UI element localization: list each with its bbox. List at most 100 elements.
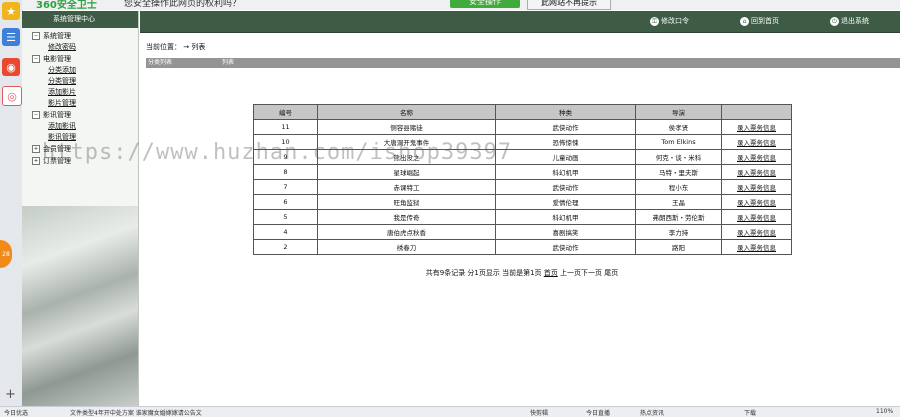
browser-sidebar: ★ ☰ ◉ ◎ 28 + — [0, 0, 23, 406]
cell-director: 何克・谈・米科 — [635, 149, 722, 165]
cell-name: 唐伯虎点秋香 — [317, 224, 496, 240]
app-header: ⚿ 修改口令 ⌂ 回到首页 ⏻ 退出系统 — [140, 11, 900, 33]
table-row: 11 侧容县赌徒 武侠动作 侯孝贤 录入票务信息 — [253, 119, 792, 135]
status-zoom[interactable]: 110% — [876, 408, 893, 415]
cell-director: 马特・里夫斯 — [635, 164, 722, 180]
first-page-link[interactable]: 首页 — [544, 269, 558, 277]
table-header-row: 编号 名称 种类 导演 — [253, 104, 792, 120]
add-icon[interactable]: + — [5, 387, 16, 402]
cell-genre: 爱情伦理 — [495, 194, 636, 210]
pager-summary: 共有9条记录 分1页显示 当前是第1页 — [425, 269, 542, 277]
cell-director: 路阳 — [635, 239, 722, 255]
app-icon[interactable]: ◎ — [2, 86, 22, 106]
watermark: https://www.huzhan.com/ishop39397 — [42, 140, 513, 165]
enter-ticket-link[interactable]: 录入票务信息 — [721, 134, 792, 150]
enter-ticket-link[interactable]: 录入票务信息 — [721, 209, 792, 225]
pagination: 共有9条记录 分1页显示 当前是第1页 首页 上一页下一页 尾页 — [253, 268, 791, 278]
cell-id: 5 — [253, 209, 318, 225]
cell-genre: 武侠动作 — [495, 119, 636, 135]
expand-icon[interactable]: + — [32, 145, 40, 153]
cell-id: 11 — [253, 119, 318, 135]
table-row: 8 星球崛起 科幻机甲 马特・里夫斯 录入票务信息 — [253, 164, 792, 180]
cell-director: 程小东 — [635, 179, 722, 195]
section-right-label: 列表 — [222, 59, 235, 66]
col-header-genre: 种类 — [495, 104, 636, 120]
sidebar-title: 系统管理中心 — [22, 11, 138, 28]
sidebar-item[interactable]: 修改密码 — [32, 42, 138, 53]
cell-id: 8 — [253, 164, 318, 180]
table-row: 2 绣春刀 武侠动作 路阳 录入票务信息 — [253, 239, 792, 255]
collapse-icon[interactable]: − — [32, 111, 40, 119]
cell-name: 星球崛起 — [317, 164, 496, 180]
table-row: 4 唐伯虎点秋香 喜剧搞笑 李力持 录入票务信息 — [253, 224, 792, 240]
col-header-action — [721, 104, 792, 120]
home-link[interactable]: ⌂ 回到首页 — [740, 16, 779, 26]
col-header-name: 名称 — [317, 104, 496, 120]
browser-statusbar: 今日优选 文件类型4年开中处方案 谁家魔女婚嫁嫁请公告文 快剪辑 今日直播 热点… — [0, 406, 900, 417]
logout-label: 退出系统 — [841, 17, 869, 25]
sidebar-group-label: 系统管理 — [43, 32, 71, 40]
sidebar-item[interactable]: 影片管理 — [32, 98, 138, 109]
enter-ticket-link[interactable]: 录入票务信息 — [721, 149, 792, 165]
col-header-director: 导演 — [635, 104, 722, 120]
table-row: 7 赤课特工 武侠动作 程小东 录入票务信息 — [253, 179, 792, 195]
cell-name: 绣春刀 — [317, 239, 496, 255]
enter-ticket-link[interactable]: 录入票务信息 — [721, 119, 792, 135]
table-row: 6 旺角监狱 爱情伦理 王晶 录入票务信息 — [253, 194, 792, 210]
enter-ticket-link[interactable]: 录入票务信息 — [721, 194, 792, 210]
pager-rest[interactable]: 上一页下一页 尾页 — [560, 269, 618, 277]
security-logo: 360安全卫士 — [36, 0, 97, 10]
cell-genre: 武侠动作 — [495, 239, 636, 255]
decorative-photo — [22, 206, 138, 406]
collapse-icon[interactable]: − — [32, 55, 40, 63]
cell-name: 我是传奇 — [317, 209, 496, 225]
sidebar-group[interactable]: − 影讯管理 — [32, 109, 138, 121]
cell-director: 侯孝贤 — [635, 119, 722, 135]
cell-director: 王晶 — [635, 194, 722, 210]
sidebar-group-label: 电影管理 — [43, 55, 71, 63]
sidebar-group[interactable]: − 系统管理 — [32, 30, 138, 42]
section-header: 分类列表 列表 — [146, 58, 900, 68]
sidebar-item[interactable]: 分类添加 — [32, 65, 138, 76]
cell-director: 弗朗西斯・劳伦斯 — [635, 209, 722, 225]
cell-genre: 科幻机甲 — [495, 164, 636, 180]
star-icon[interactable]: ★ — [2, 2, 20, 20]
notification-message: 您安全操作此网页的权利吗？ — [124, 0, 242, 9]
security-notification: 360安全卫士 您安全操作此网页的权利吗？ 安全操作 此网站不再提示 — [22, 0, 900, 10]
cell-id: 7 — [253, 179, 318, 195]
cell-name: 赤课特工 — [317, 179, 496, 195]
cell-id: 2 — [253, 239, 318, 255]
side-badge[interactable]: 28 — [0, 240, 12, 268]
cell-genre: 恐怖惊悚 — [495, 134, 636, 150]
sidebar-item[interactable]: 添加影讯 — [32, 121, 138, 132]
enter-ticket-link[interactable]: 录入票务信息 — [721, 179, 792, 195]
enter-ticket-link[interactable]: 录入票务信息 — [721, 239, 792, 255]
movie-table: 编号 名称 种类 导演 11 侧容县赌徒 武侠动作 侯孝贤 录入票务信息 10 大唐洞开鬼事… — [253, 104, 792, 255]
cell-genre: 科幻机甲 — [495, 209, 636, 225]
admin-sidebar: 系统管理中心 − 系统管理 修改密码 − 电影管理 分类添加 分类管理 添加影片 影片管理 − 影讯… — [22, 11, 139, 406]
enter-ticket-link[interactable]: 录入票务信息 — [721, 164, 792, 180]
sidebar-item[interactable]: 添加影片 — [32, 87, 138, 98]
cell-genre: 喜剧搞笑 — [495, 224, 636, 240]
safe-action-button[interactable]: 安全操作 — [450, 0, 520, 8]
list-icon[interactable]: ☰ — [2, 28, 20, 46]
home-label: 回到首页 — [751, 17, 779, 25]
cell-id: 4 — [253, 224, 318, 240]
col-header-id: 编号 — [253, 104, 318, 120]
table-row: 5 我是传奇 科幻机甲 弗朗西斯・劳伦斯 录入票务信息 — [253, 209, 792, 225]
power-icon: ⏻ — [830, 16, 839, 26]
weibo-icon[interactable]: ◉ — [2, 58, 20, 76]
cell-director: Tom Elkins — [635, 134, 722, 150]
change-password-link[interactable]: ⚿ 修改口令 — [650, 16, 689, 26]
sidebar-group[interactable]: − 电影管理 — [32, 53, 138, 65]
expand-icon[interactable]: + — [32, 157, 40, 165]
collapse-icon[interactable]: − — [32, 32, 40, 40]
section-left-label: 分类列表 — [148, 59, 173, 66]
sidebar-item[interactable]: 分类管理 — [32, 76, 138, 87]
dismiss-button[interactable]: 此网站不再提示 — [527, 0, 611, 10]
cell-id: 6 — [253, 194, 318, 210]
cell-name: 侧容县赌徒 — [317, 119, 496, 135]
enter-ticket-link[interactable]: 录入票务信息 — [721, 224, 792, 240]
logout-link[interactable]: ⏻ 退出系统 — [830, 16, 869, 26]
cell-name: 旺角监狱 — [317, 194, 496, 210]
